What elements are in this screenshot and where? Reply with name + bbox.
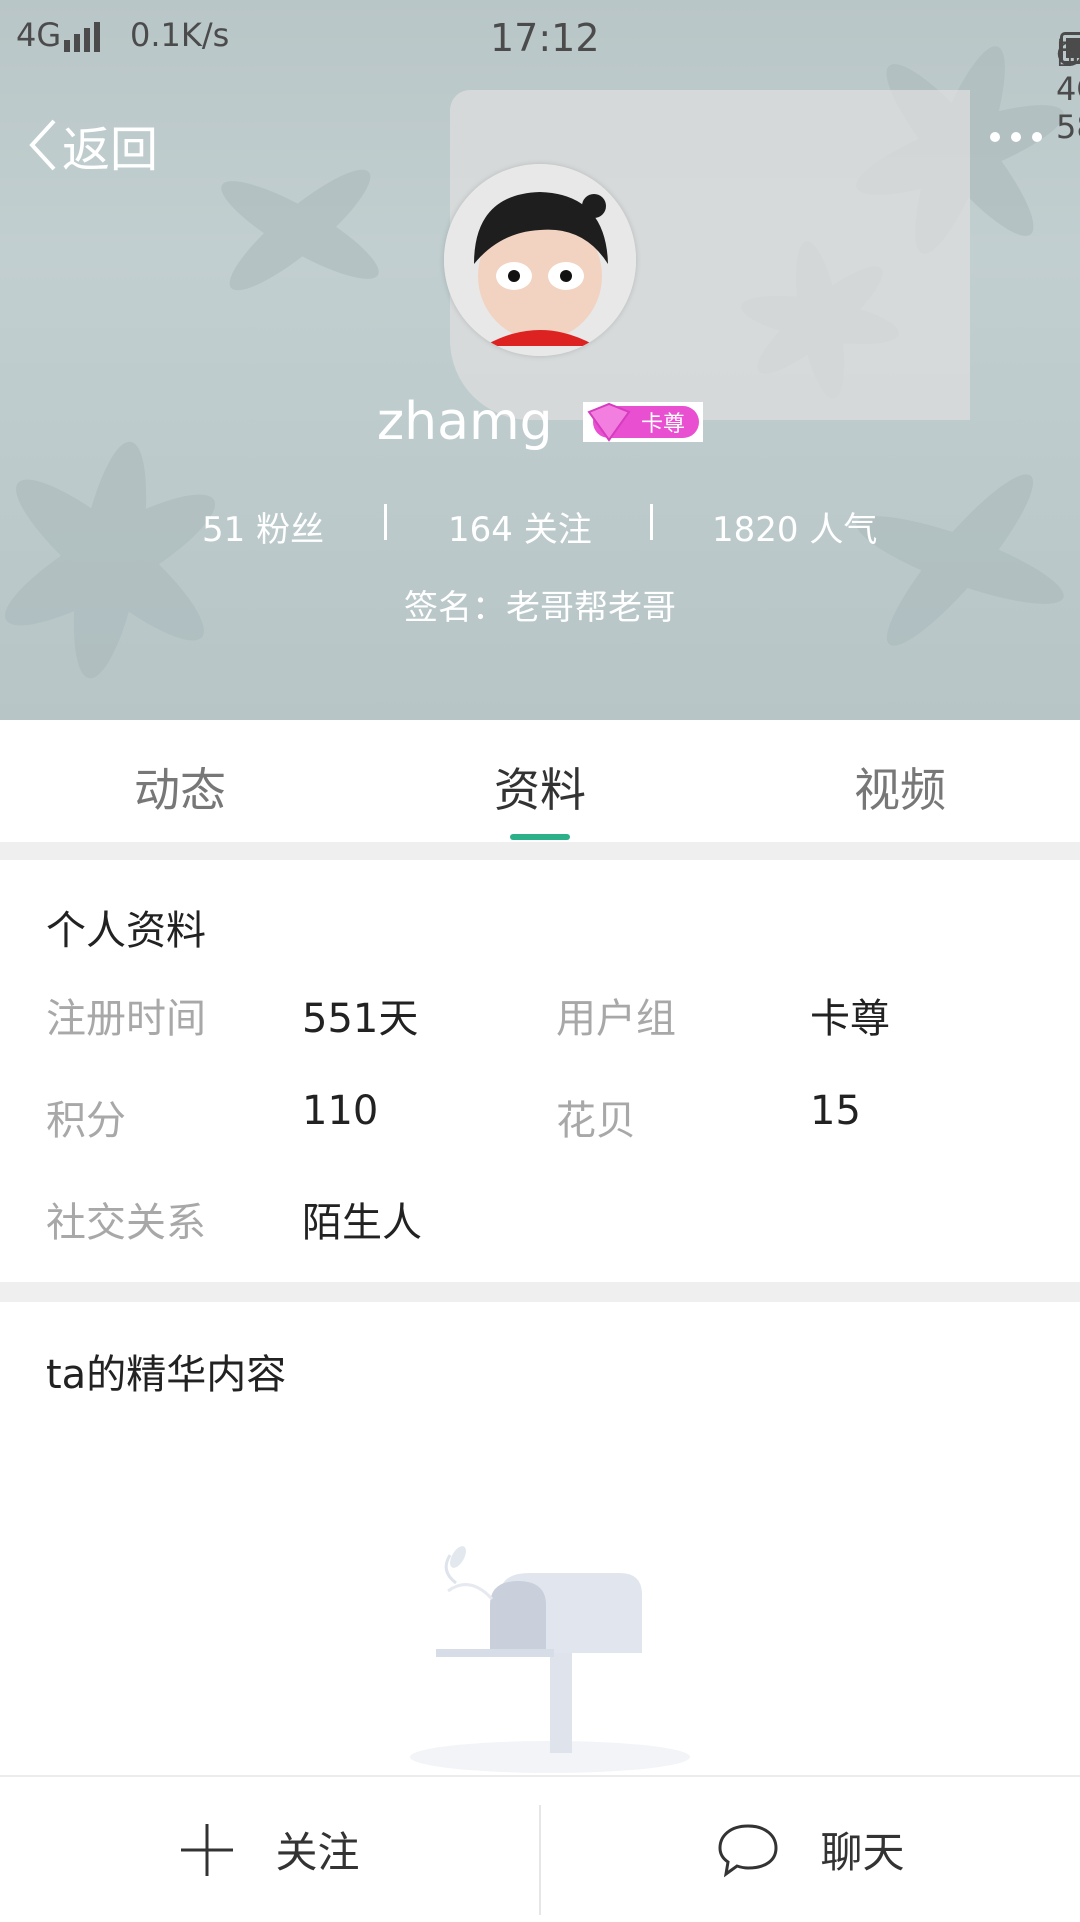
info-label-huabei: 花贝 <box>556 1098 636 1144</box>
fans-count[interactable]: 51 粉丝 <box>202 502 324 551</box>
signal-bars-icon <box>64 22 100 52</box>
tab-dynamic[interactable]: 动态 <box>0 754 360 820</box>
stats-divider <box>384 504 387 540</box>
chat-label: 聊天 <box>820 1828 905 1877</box>
profile-tabs: 动态 资料 视频 <box>0 720 1080 842</box>
battery-icon <box>1060 32 1080 64</box>
info-value-user-group: 卡尊 <box>810 996 890 1042</box>
info-label-social: 社交关系 <box>46 1200 206 1246</box>
signature: 签名：老哥帮老哥 <box>404 588 676 628</box>
popularity-count: 1820 人气 <box>712 510 878 550</box>
badge-text: 卡尊 <box>641 412 685 437</box>
back-button[interactable]: 返回 <box>28 110 158 180</box>
info-value-huabei: 15 <box>810 1088 861 1134</box>
clock: 17:12 <box>490 16 600 60</box>
plus-icon <box>181 1823 234 1876</box>
info-value-points: 110 <box>302 1088 379 1134</box>
info-value-register-time: 551天 <box>302 996 419 1042</box>
mailbox-illustration <box>410 1546 690 1773</box>
info-label-user-group: 用户组 <box>556 996 676 1042</box>
back-label: 返回 <box>62 122 159 178</box>
avatar[interactable] <box>444 164 636 356</box>
more-dots-icon[interactable] <box>990 130 1042 144</box>
tab-profile[interactable]: 资料 <box>360 754 720 820</box>
username: zhamg <box>376 392 553 452</box>
status-bar: 4G 0.1K/s 17:12 ▯ ◷ HD 4G 58% <box>0 0 1080 146</box>
back-chevron-icon <box>29 119 56 171</box>
signal-indicator: 4G <box>16 16 62 54</box>
follow-button[interactable]: 关注 <box>0 1777 539 1922</box>
chat-button[interactable]: 聊天 <box>541 1777 1080 1922</box>
vip-badge: 卡尊 <box>583 397 704 442</box>
avatar-illustration <box>444 164 636 356</box>
tab-video[interactable]: 视频 <box>720 754 1080 820</box>
follow-label: 关注 <box>275 1828 360 1877</box>
info-label-register-time: 注册时间 <box>46 996 206 1042</box>
profile-section-title: 个人资料 <box>46 908 206 954</box>
active-tab-indicator <box>510 834 570 840</box>
bottom-action-bar: 关注 聊天 <box>0 1775 1080 1922</box>
username-row: zhamg 卡尊 <box>0 392 1080 452</box>
featured-section-title: ta的精华内容 <box>46 1352 287 1398</box>
following-count[interactable]: 164 关注 <box>448 502 592 551</box>
info-value-social: 陌生人 <box>302 1200 422 1246</box>
chat-bubble-icon <box>718 1823 778 1877</box>
info-label-points: 积分 <box>46 1098 126 1144</box>
stats-divider <box>650 504 653 540</box>
divider <box>0 1282 1080 1302</box>
profile-header: 4G 0.1K/s 17:12 ▯ ◷ HD 4G 58% 返回 <box>0 0 1080 720</box>
network-speed: 0.1K/s <box>130 16 230 54</box>
divider <box>0 842 1080 860</box>
diamond-icon: 卡尊 <box>583 402 704 442</box>
